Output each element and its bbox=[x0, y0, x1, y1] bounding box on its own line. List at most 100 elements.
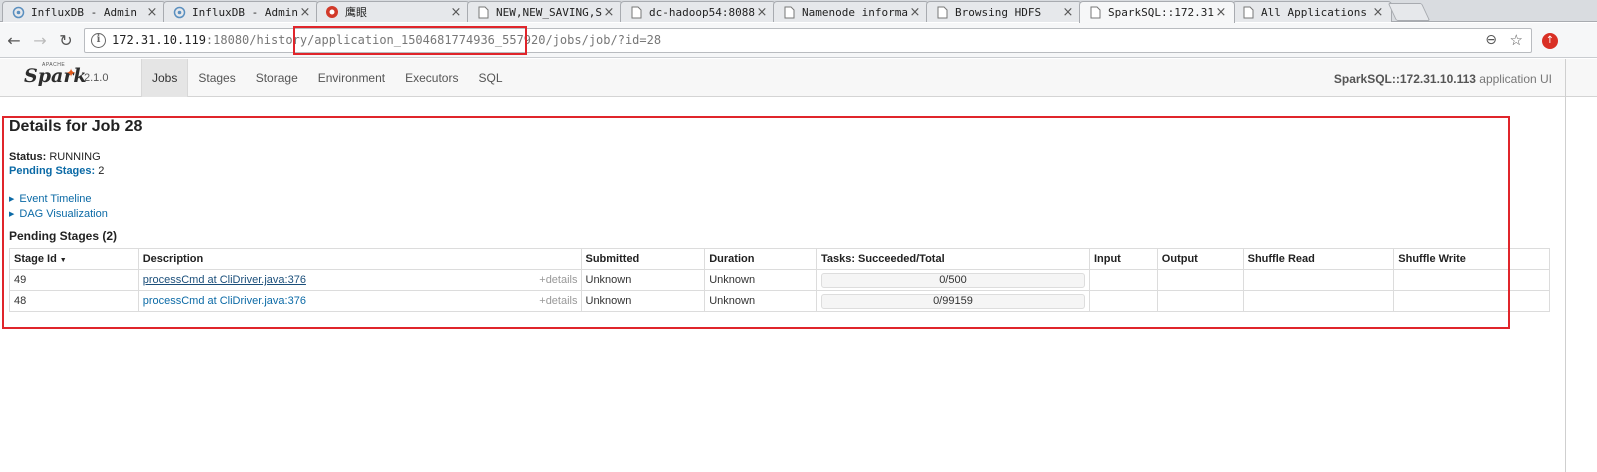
event-timeline-toggle[interactable]: ▶ Event Timeline bbox=[9, 192, 1559, 207]
pending-stages-summary[interactable]: Pending Stages: 2 bbox=[9, 164, 1559, 178]
zoom-icon[interactable]: ⊖ bbox=[1485, 32, 1497, 48]
tab-title: SparkSQL::172.31 bbox=[1108, 6, 1214, 19]
page-icon bbox=[1088, 6, 1102, 20]
nav-tab-storage[interactable]: Storage bbox=[246, 59, 308, 97]
triangle-right-icon: ▶ bbox=[9, 211, 15, 218]
close-icon[interactable]: × bbox=[1371, 5, 1385, 20]
tab-title: 鹰眼 bbox=[345, 6, 367, 19]
details-toggle[interactable]: +details bbox=[539, 274, 577, 286]
cell-shuffle-read bbox=[1242, 290, 1395, 312]
extension-icon[interactable]: ↑ bbox=[1542, 33, 1558, 49]
header-duration[interactable]: Duration bbox=[704, 248, 817, 270]
pending-stages-count: 2 bbox=[95, 165, 105, 177]
close-icon[interactable]: × bbox=[908, 5, 922, 20]
page-title: Details for Job 28 bbox=[9, 118, 143, 135]
close-icon[interactable]: × bbox=[298, 5, 312, 20]
header-output[interactable]: Output bbox=[1156, 248, 1244, 270]
new-tab-button[interactable] bbox=[1387, 3, 1431, 21]
progress-label: 0/500 bbox=[939, 273, 967, 286]
url-text[interactable]: 172.31.10.119:18080/history/application_… bbox=[112, 33, 661, 47]
eagle-eye-icon bbox=[325, 5, 339, 19]
pending-stages-table: Stage Id ▼ Description Submitted Duration… bbox=[9, 248, 1550, 312]
influx-icon bbox=[11, 5, 25, 19]
progress-label: 0/99159 bbox=[933, 294, 973, 307]
header-description[interactable]: Description bbox=[137, 248, 582, 270]
table-row: 48 processCmd at CliDriver.java:376 +det… bbox=[9, 290, 1550, 312]
tab-title: InfluxDB - Admin bbox=[31, 5, 137, 19]
cell-input bbox=[1088, 290, 1158, 312]
event-timeline-label: Event Timeline bbox=[19, 193, 92, 205]
tab-title: dc-hadoop54:8088 bbox=[649, 5, 755, 19]
table-header-row: Stage Id ▼ Description Submitted Duration… bbox=[9, 248, 1550, 270]
pending-stages-heading: Pending Stages (2) bbox=[9, 229, 118, 243]
cell-duration: Unknown bbox=[704, 290, 817, 312]
dag-visualization-label: DAG Visualization bbox=[19, 208, 108, 220]
scrollbar-edge bbox=[1565, 59, 1566, 472]
task-progress-bar: 0/99159 bbox=[820, 293, 1085, 309]
close-icon[interactable]: × bbox=[602, 5, 616, 20]
cell-tasks: 0/99159 bbox=[815, 290, 1090, 312]
page-icon bbox=[935, 5, 949, 19]
job-details-content: Details for Job 28 Status: RUNNING Pendi… bbox=[9, 118, 1559, 312]
tab-title: Browsing HDFS bbox=[955, 5, 1042, 19]
cell-submitted: Unknown bbox=[580, 290, 706, 312]
browser-tab-namenode[interactable]: Namenode informa × bbox=[773, 1, 929, 22]
stage-description-link[interactable]: processCmd at CliDriver.java:376 bbox=[143, 295, 306, 307]
close-icon[interactable]: × bbox=[1061, 5, 1075, 20]
spark-logo-text: Spark bbox=[24, 65, 87, 87]
header-stage-id[interactable]: Stage Id ▼ bbox=[9, 248, 139, 270]
cell-shuffle-read bbox=[1242, 269, 1395, 291]
close-icon[interactable]: × bbox=[1214, 5, 1228, 20]
close-icon[interactable]: × bbox=[449, 5, 463, 20]
address-bar[interactable]: i 172.31.10.119:18080/history/applicatio… bbox=[84, 28, 1532, 53]
browser-tab-influxdb-2[interactable]: InfluxDB - Admin × bbox=[163, 1, 319, 22]
influx-icon bbox=[172, 5, 186, 19]
browser-tab-new-saving[interactable]: NEW,NEW_SAVING,S × bbox=[467, 1, 623, 22]
nav-tab-jobs[interactable]: Jobs bbox=[141, 59, 189, 97]
cell-submitted: Unknown bbox=[580, 269, 706, 291]
cell-description: processCmd at CliDriver.java:376 +detail… bbox=[137, 290, 582, 312]
back-arrow-icon[interactable]: ← bbox=[4, 30, 24, 50]
nav-tab-sql[interactable]: SQL bbox=[468, 59, 512, 97]
browser-tab-influxdb-1[interactable]: InfluxDB - Admin × bbox=[2, 1, 166, 22]
header-input[interactable]: Input bbox=[1088, 248, 1158, 270]
pending-stages-link[interactable]: Pending Stages: bbox=[9, 165, 95, 177]
status-value: RUNNING bbox=[46, 151, 101, 163]
tab-title: All Applications bbox=[1261, 5, 1367, 19]
browser-tab-all-applications[interactable]: All Applications × bbox=[1232, 1, 1392, 22]
browser-tab-strip: InfluxDB - Admin × InfluxDB - Admin × 鹰眼… bbox=[0, 0, 1597, 23]
cell-stage-id: 49 bbox=[9, 269, 139, 291]
header-shuffle-read[interactable]: Shuffle Read bbox=[1242, 248, 1395, 270]
close-icon[interactable]: × bbox=[145, 5, 159, 20]
table-row: 49 processCmd at CliDriver.java:376 +det… bbox=[9, 269, 1550, 291]
dag-visualization-toggle[interactable]: ▶ DAG Visualization bbox=[9, 207, 1559, 222]
info-icon[interactable]: i bbox=[91, 33, 106, 48]
nav-tab-stages[interactable]: Stages bbox=[188, 59, 245, 97]
nav-tab-executors[interactable]: Executors bbox=[395, 59, 468, 97]
browser-tab-sparksql[interactable]: SparkSQL::172.31 × bbox=[1079, 1, 1235, 23]
stage-description-link[interactable]: processCmd at CliDriver.java:376 bbox=[143, 274, 306, 286]
browser-tab-hadoop[interactable]: dc-hadoop54:8088 × bbox=[620, 1, 776, 22]
triangle-right-icon: ▶ bbox=[9, 196, 15, 203]
header-submitted[interactable]: Submitted bbox=[580, 248, 706, 270]
bookmark-star-icon[interactable]: ☆ bbox=[1510, 31, 1523, 49]
header-shuffle-write[interactable]: Shuffle Write bbox=[1393, 248, 1550, 270]
page-icon bbox=[1241, 5, 1255, 19]
url-path: :18080/history/application_1504681774936… bbox=[205, 33, 662, 47]
cell-input bbox=[1088, 269, 1158, 291]
browser-tab-eagle-eye[interactable]: 鹰眼 × bbox=[316, 1, 470, 22]
browser-tab-hdfs[interactable]: Browsing HDFS × bbox=[926, 1, 1082, 22]
browser-toolbar: ← → ↻ i 172.31.10.119:18080/history/appl… bbox=[0, 23, 1597, 58]
cell-shuffle-write bbox=[1393, 269, 1550, 291]
task-progress-bar: 0/500 bbox=[820, 272, 1085, 288]
application-title: SparkSQL::172.31.10.113 application UI bbox=[1334, 72, 1552, 86]
close-icon[interactable]: × bbox=[755, 5, 769, 20]
tab-title: NEW,NEW_SAVING,S bbox=[496, 5, 602, 19]
reload-icon[interactable]: ↻ bbox=[56, 30, 76, 50]
header-tasks[interactable]: Tasks: Succeeded/Total bbox=[815, 248, 1090, 270]
forward-arrow-icon[interactable]: → bbox=[30, 30, 50, 50]
visualization-toggles: ▶ Event Timeline ▶ DAG Visualization bbox=[9, 192, 1559, 222]
details-toggle[interactable]: +details bbox=[539, 295, 577, 307]
nav-tab-environment[interactable]: Environment bbox=[308, 59, 395, 97]
spark-navbar: APACHE Spark ✦ 2.1.0 Jobs Stages Storage… bbox=[0, 59, 1597, 97]
